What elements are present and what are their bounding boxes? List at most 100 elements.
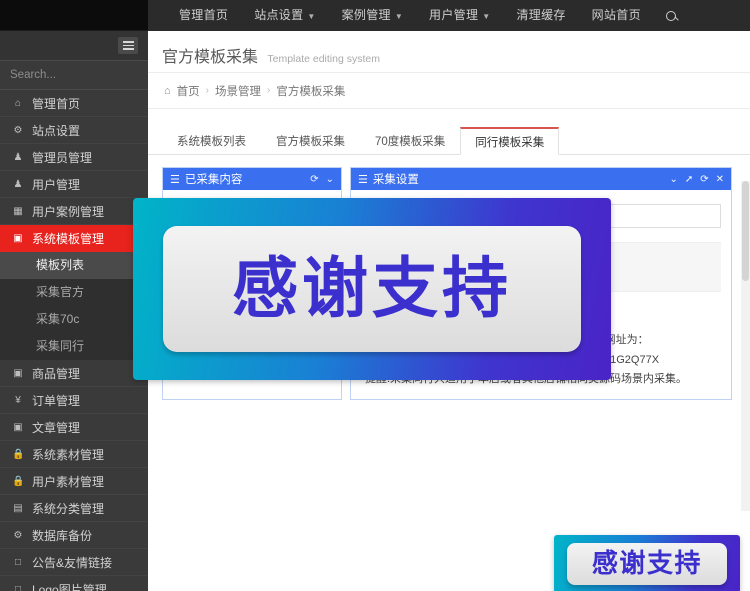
topnav-search-button[interactable] bbox=[654, 11, 688, 21]
sidebar-label-8: 文章管理 bbox=[32, 419, 80, 436]
bookmark-icon: □ bbox=[12, 557, 24, 568]
sidebar-label-10: 用户素材管理 bbox=[32, 473, 104, 490]
breadcrumb-item-0[interactable]: 首页 bbox=[177, 83, 200, 99]
app-root: 管理首页 站点设置 ▼ 案例管理 ▼ 用户管理 ▼ 清理缓存 网站首页 bbox=[0, 0, 750, 591]
close-icon[interactable]: ✕ bbox=[716, 174, 724, 185]
tab-bar: 系统模板列表 官方模板采集 70度模板采集 同行模板采集 bbox=[148, 121, 750, 155]
submenu-item-1[interactable]: 采集官方 bbox=[0, 279, 148, 306]
sidebar-item-12[interactable]: ⚙ 数据库备份 bbox=[0, 522, 148, 549]
chevron-down-icon[interactable]: ⌄ bbox=[669, 174, 677, 185]
chevron-down-icon: ▼ bbox=[307, 1, 315, 32]
chevron-down-icon[interactable]: ⌄ bbox=[326, 174, 334, 185]
topnav-label-5: 网站首页 bbox=[592, 0, 641, 31]
topnav-item-1[interactable]: 站点设置 ▼ bbox=[241, 0, 328, 31]
submenu-item-3[interactable]: 采集同行 bbox=[0, 333, 148, 360]
gears-icon: ⚙ bbox=[12, 125, 24, 136]
archive-icon: ▤ bbox=[12, 503, 24, 514]
watermark-overlay-large: 感谢支持 bbox=[133, 198, 611, 380]
sidebar-item-11[interactable]: ▤ 系统分类管理 bbox=[0, 495, 148, 522]
tab-system-template-list[interactable]: 系统模板列表 bbox=[162, 127, 261, 155]
watermark-plate: 感谢支持 bbox=[163, 226, 581, 352]
bars-icon: ☰ bbox=[358, 173, 368, 186]
menu-toggle-icon[interactable] bbox=[118, 37, 138, 54]
lock-icon: 🔒 bbox=[12, 476, 24, 487]
topnav-label-0: 管理首页 bbox=[179, 0, 228, 31]
collected-content-title: 已采集内容 bbox=[185, 171, 305, 187]
breadcrumb-separator: › bbox=[267, 85, 270, 96]
breadcrumb: ⌂ 首页 › 场景管理 › 官方模板采集 bbox=[148, 73, 750, 109]
sidebar-label-6: 商品管理 bbox=[32, 365, 80, 382]
chevron-down-icon: ▼ bbox=[395, 1, 403, 32]
breadcrumb-item-1[interactable]: 场景管理 bbox=[215, 83, 261, 99]
sidebar-label-13: 公告&友情链接 bbox=[32, 554, 112, 571]
sidebar-label-0: 管理首页 bbox=[32, 95, 80, 112]
page-title: 官方模板采集 bbox=[162, 49, 258, 66]
sidebar-label-5: 系统模板管理 bbox=[32, 230, 104, 247]
topnav-label-2: 案例管理 bbox=[342, 0, 391, 31]
submenu-item-2[interactable]: 采集70c bbox=[0, 306, 148, 333]
sidebar-label-1: 站点设置 bbox=[32, 122, 80, 139]
user-icon: ♟ bbox=[12, 179, 24, 190]
tab-peer-template-collect[interactable]: 同行模板采集 bbox=[460, 127, 559, 155]
refresh-icon[interactable]: ⟳ bbox=[310, 174, 318, 185]
sidebar-item-10[interactable]: 🔒 用户素材管理 bbox=[0, 468, 148, 495]
sidebar-item-0[interactable]: ⌂ 管理首页 bbox=[0, 90, 148, 117]
wrench-icon[interactable]: ➚ bbox=[685, 174, 693, 185]
sidebar-search[interactable] bbox=[0, 60, 148, 90]
content-scrollbar-thumb[interactable] bbox=[742, 181, 749, 281]
tab-70du-template-collect[interactable]: 70度模板采集 bbox=[360, 127, 460, 155]
topnav-item-5[interactable]: 网站首页 bbox=[579, 0, 654, 31]
top-navigation: 管理首页 站点设置 ▼ 案例管理 ▼ 用户管理 ▼ 清理缓存 网站首页 bbox=[148, 0, 750, 31]
sidebar-label-9: 系统素材管理 bbox=[32, 446, 104, 463]
content-scrollbar[interactable] bbox=[741, 181, 750, 511]
sidebar-item-5[interactable]: ▣ 系统模板管理 bbox=[0, 225, 148, 252]
topnav-label-4: 清理缓存 bbox=[516, 0, 565, 31]
sidebar-item-8[interactable]: ▣ 文章管理 bbox=[0, 414, 148, 441]
chevron-down-icon: ▼ bbox=[482, 1, 490, 32]
collect-settings-panel-header: ☰ 采集设置 ⌄ ➚ ⟳ ✕ bbox=[351, 168, 731, 190]
topnav-item-4[interactable]: 清理缓存 bbox=[503, 0, 578, 31]
user-icon: ♟ bbox=[12, 152, 24, 163]
sidebar-item-6[interactable]: ▣ 商品管理 bbox=[0, 360, 148, 387]
watermark-plate: 感谢支持 bbox=[567, 543, 727, 585]
sidebar: ⌂ 管理首页 ⚙ 站点设置 ♟ 管理员管理 ♟ 用户管理 ▦ 用户案例管理 ▣ … bbox=[0, 31, 148, 591]
sidebar-item-4[interactable]: ▦ 用户案例管理 bbox=[0, 198, 148, 225]
sidebar-item-14[interactable]: □ Logo图片管理 bbox=[0, 576, 148, 591]
page-header: 官方模板采集 Template editing system bbox=[148, 31, 750, 73]
sidebar-item-9[interactable]: 🔒 系统素材管理 bbox=[0, 441, 148, 468]
topnav-item-2[interactable]: 案例管理 ▼ bbox=[329, 0, 416, 31]
sidebar-label-11: 系统分类管理 bbox=[32, 500, 104, 517]
sidebar-item-7[interactable]: ¥ 订单管理 bbox=[0, 387, 148, 414]
sidebar-item-3[interactable]: ♟ 用户管理 bbox=[0, 171, 148, 198]
watermark-overlay-small: 感谢支持 bbox=[554, 535, 740, 591]
bookmark-icon: □ bbox=[12, 584, 24, 591]
box-icon: ▣ bbox=[12, 368, 24, 379]
sidebar-label-7: 订单管理 bbox=[32, 392, 80, 409]
lock-icon: 🔒 bbox=[12, 449, 24, 460]
search-input[interactable] bbox=[10, 69, 148, 81]
topnav-label-1: 站点设置 bbox=[254, 0, 303, 31]
refresh-icon[interactable]: ⟳ bbox=[700, 174, 708, 185]
sidebar-label-2: 管理员管理 bbox=[32, 149, 92, 166]
topnav-label-3: 用户管理 bbox=[429, 0, 478, 31]
search-icon bbox=[666, 11, 676, 21]
topnav-item-0[interactable]: 管理首页 bbox=[166, 0, 241, 31]
sidebar-label-3: 用户管理 bbox=[32, 176, 80, 193]
top-bar: 管理首页 站点设置 ▼ 案例管理 ▼ 用户管理 ▼ 清理缓存 网站首页 bbox=[0, 0, 750, 31]
gears-icon: ⚙ bbox=[12, 530, 24, 541]
sidebar-item-13[interactable]: □ 公告&友情链接 bbox=[0, 549, 148, 576]
sidebar-label-14: Logo图片管理 bbox=[32, 581, 107, 591]
yen-icon: ¥ bbox=[12, 395, 24, 406]
home-icon: ⌂ bbox=[164, 85, 171, 97]
topnav-item-3[interactable]: 用户管理 ▼ bbox=[416, 0, 503, 31]
submenu-item-0[interactable]: 模板列表 bbox=[0, 252, 148, 279]
sidebar-item-2[interactable]: ♟ 管理员管理 bbox=[0, 144, 148, 171]
table-icon: ▦ bbox=[12, 206, 24, 217]
collect-settings-title: 采集设置 bbox=[373, 171, 665, 187]
doc-icon: ▣ bbox=[12, 422, 24, 433]
tab-official-template-collect[interactable]: 官方模板采集 bbox=[261, 127, 360, 155]
home-icon: ⌂ bbox=[12, 98, 24, 109]
sidebar-menu: ⌂ 管理首页 ⚙ 站点设置 ♟ 管理员管理 ♟ 用户管理 ▦ 用户案例管理 ▣ … bbox=[0, 90, 148, 591]
sidebar-item-1[interactable]: ⚙ 站点设置 bbox=[0, 117, 148, 144]
logo-area[interactable] bbox=[0, 0, 148, 31]
